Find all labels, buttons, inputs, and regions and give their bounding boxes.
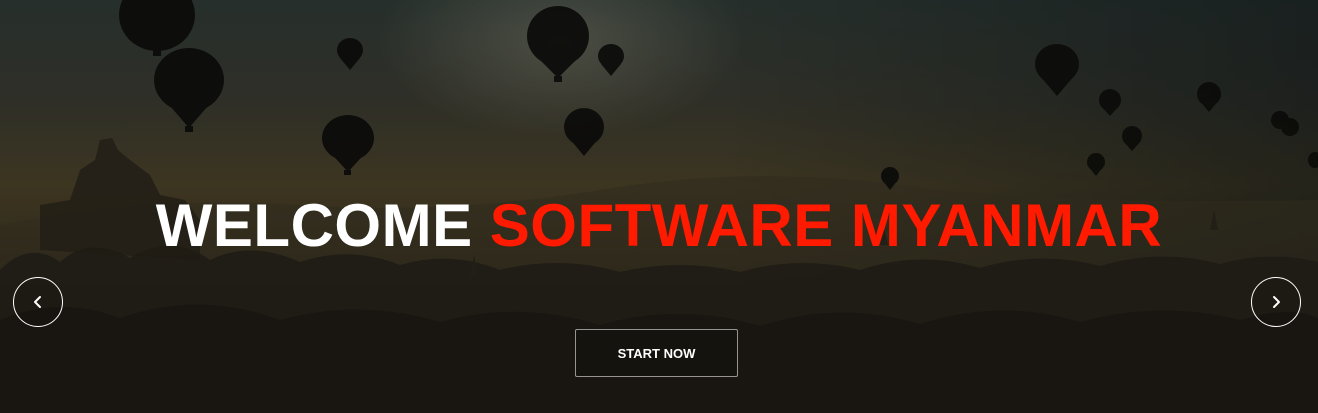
chevron-left-icon — [34, 296, 41, 308]
headline-brand: SOFTWARE MYANMAR — [489, 192, 1163, 259]
carousel-prev-button[interactable] — [13, 277, 63, 327]
hero-slider: WELCOME SOFTWARE MYANMAR START NOW — [0, 0, 1318, 413]
start-now-button[interactable]: START NOW — [575, 329, 738, 377]
carousel-next-button[interactable] — [1251, 277, 1301, 327]
chevron-right-icon — [1273, 296, 1280, 308]
headline-welcome: WELCOME — [155, 192, 473, 259]
hero-headline: WELCOME SOFTWARE MYANMAR — [0, 193, 1318, 259]
